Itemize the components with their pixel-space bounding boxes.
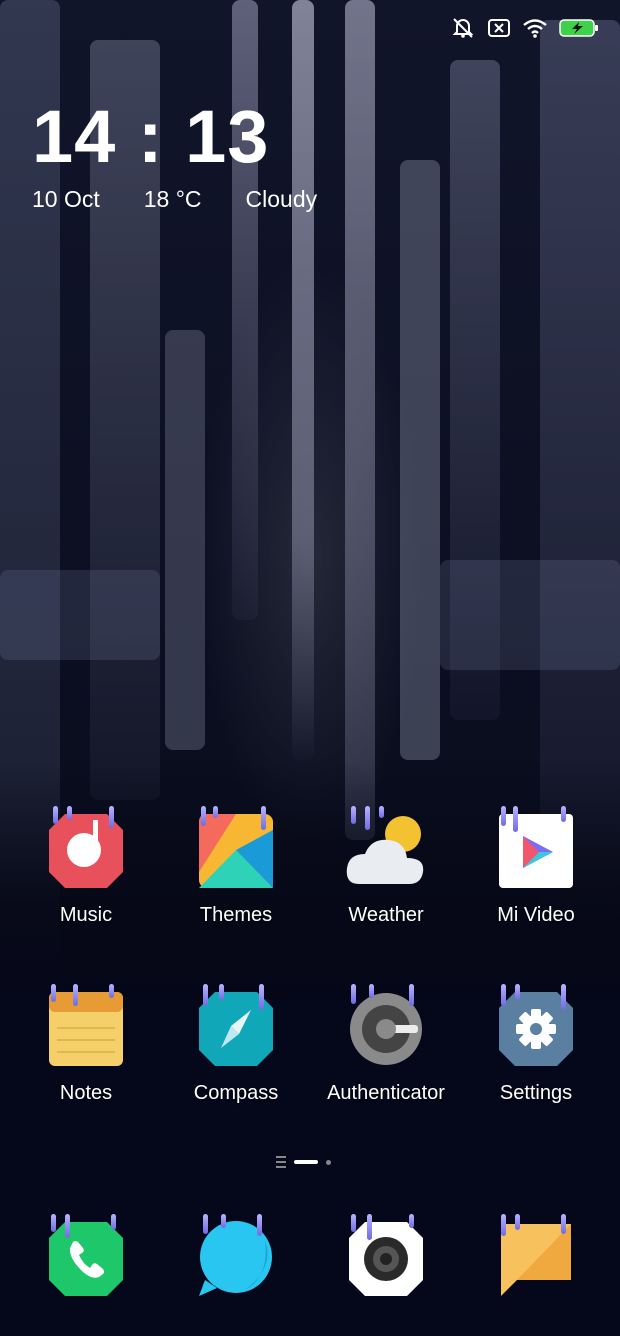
app-compass[interactable]: Compass: [161, 984, 311, 1105]
chat-icon: [495, 1214, 577, 1300]
temperature-label: 18 °C: [143, 186, 202, 212]
wifi-icon: [522, 16, 548, 40]
weather-icon: [345, 806, 427, 892]
app-notes[interactable]: Notes: [11, 984, 161, 1105]
battery-charging-icon: [558, 16, 600, 40]
music-icon: [45, 806, 127, 892]
app-label: Music: [59, 904, 113, 926]
camera-icon: [345, 1214, 427, 1300]
page-indicator[interactable]: [276, 1156, 331, 1168]
app-authenticator[interactable]: Authenticator: [311, 984, 461, 1105]
app-settings[interactable]: Settings: [461, 984, 611, 1105]
messages-icon: [195, 1214, 277, 1300]
phone-icon: [45, 1214, 127, 1300]
app-label: Weather: [348, 904, 424, 926]
app-label: Authenticator: [327, 1082, 445, 1104]
app-label: Settings: [499, 1082, 573, 1104]
authenticator-icon: [345, 984, 427, 1070]
page-indicator-current[interactable]: [294, 1160, 318, 1164]
notes-icon: [45, 984, 127, 1070]
app-weather[interactable]: Weather: [311, 806, 461, 927]
silent-bell-icon: [450, 16, 476, 40]
compass-icon: [195, 984, 277, 1070]
mi-video-icon: [495, 806, 577, 892]
weather-condition-label: Cloudy: [245, 186, 318, 212]
date-label: 10 Oct: [32, 186, 100, 212]
app-label: Themes: [199, 904, 273, 926]
settings-icon: [495, 984, 577, 1070]
dock-camera[interactable]: [311, 1214, 461, 1300]
status-bar: [0, 0, 620, 56]
dock-phone[interactable]: [11, 1214, 161, 1300]
app-music[interactable]: Music: [11, 806, 161, 927]
app-label: Compass: [193, 1082, 279, 1104]
app-themes[interactable]: Themes: [161, 806, 311, 927]
no-sim-icon: [486, 16, 512, 40]
dock-chat[interactable]: [461, 1214, 611, 1300]
clock-time[interactable]: 14 : 13: [32, 100, 269, 174]
themes-icon: [195, 806, 277, 892]
app-label: Mi Video: [497, 904, 575, 926]
page-indicator-dot[interactable]: [326, 1159, 331, 1165]
dock-messages[interactable]: [161, 1214, 311, 1300]
page-menu-icon[interactable]: [276, 1156, 286, 1168]
clock-info-row: 10 Oct 18 °C Cloudy: [32, 186, 361, 213]
app-mi-video[interactable]: Mi Video: [461, 806, 611, 927]
app-label: Notes: [59, 1082, 113, 1104]
